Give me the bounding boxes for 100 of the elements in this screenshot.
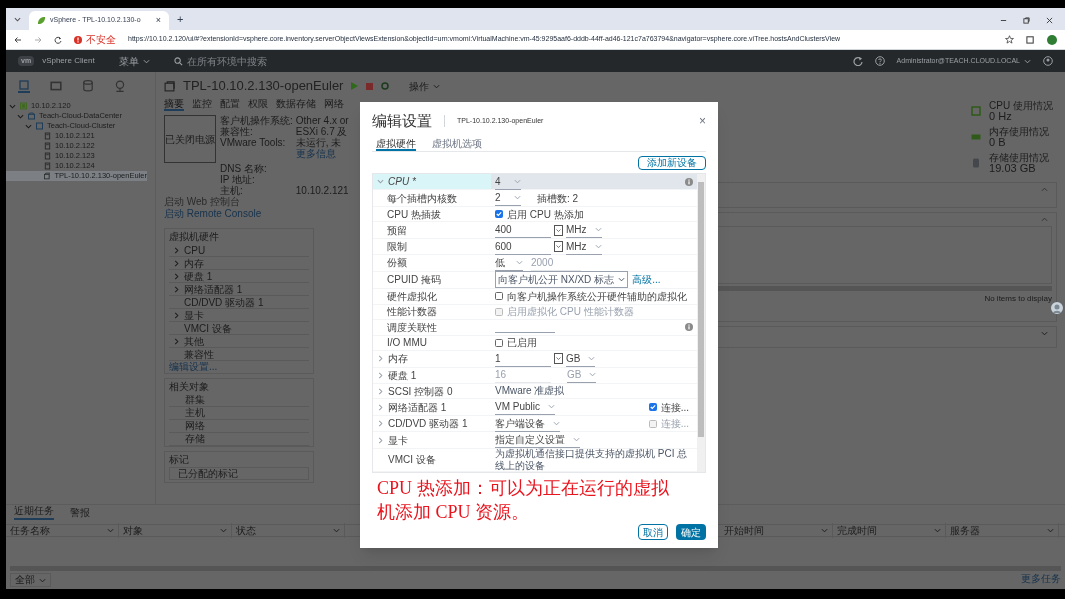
number-field[interactable]: 1 <box>495 350 551 367</box>
dropdown[interactable]: MHz <box>566 238 602 255</box>
chevron-right-icon[interactable] <box>377 387 384 395</box>
console-preview[interactable]: 已关闭电源 <box>164 115 216 163</box>
number-field[interactable]: 2000 <box>531 254 581 271</box>
checkbox-label[interactable]: 启用 CPU 热添加 <box>495 206 584 222</box>
number-field[interactable]: 400 <box>495 222 551 239</box>
chevron-down-icon[interactable] <box>14 16 21 23</box>
dropdown[interactable]: MHz <box>566 222 602 239</box>
dialog-tab[interactable]: 虚拟硬件 <box>376 136 416 151</box>
related-object-item[interactable]: 网络 <box>169 420 309 433</box>
info-icon[interactable] <box>685 323 693 332</box>
cancel-button[interactable]: 取消 <box>638 524 668 540</box>
hardware-item[interactable]: 显卡 <box>169 309 309 322</box>
dropdown[interactable]: 4 <box>495 174 521 190</box>
ok-button[interactable]: 确定 <box>676 524 706 540</box>
reload-icon[interactable] <box>54 35 62 44</box>
chevron-right-icon[interactable] <box>377 355 384 363</box>
new-tab-button[interactable]: + <box>177 10 184 27</box>
setting-label[interactable]: 网络适配器 1 <box>373 399 491 415</box>
extension-icon[interactable] <box>1026 35 1035 44</box>
advanced-link[interactable]: 高级... <box>632 272 661 288</box>
setting-label[interactable]: 显卡 <box>373 432 491 448</box>
checkbox[interactable] <box>495 338 503 347</box>
star-icon[interactable] <box>1005 35 1014 44</box>
hardware-item[interactable]: 硬盘 1 <box>169 270 309 283</box>
security-label[interactable]: 不安全 <box>86 34 116 45</box>
chevron-right-icon[interactable] <box>173 337 180 345</box>
checkbox-label[interactable]: 向客户机操作系统公开硬件辅助的虚拟化 <box>495 288 687 304</box>
hardware-item[interactable]: 内存 <box>169 257 309 270</box>
dropdown[interactable]: GB <box>566 350 596 367</box>
close-icon[interactable]: × <box>699 112 706 130</box>
setting-label[interactable]: SCSI 控制器 0 <box>373 384 491 399</box>
info-icon[interactable] <box>685 177 693 186</box>
minimize-icon[interactable] <box>1000 17 1007 24</box>
checkbox-label[interactable]: 已启用 <box>495 335 537 351</box>
vm-tab[interactable]: 数据存储 <box>276 96 316 111</box>
vm-tab[interactable]: 权限 <box>248 96 268 111</box>
scrollbar[interactable] <box>697 174 705 472</box>
chevron-right-icon[interactable] <box>173 246 180 254</box>
close-icon[interactable]: × <box>155 13 161 28</box>
column-header[interactable]: 开始时间 <box>720 523 833 538</box>
tasks-tab[interactable]: 近期任务 <box>14 503 54 520</box>
network-icon[interactable] <box>114 80 126 93</box>
column-header[interactable]: 任务名称 <box>6 523 119 538</box>
hardware-item[interactable]: 兼容性 <box>169 348 309 361</box>
chevron-down-icon[interactable] <box>17 112 24 120</box>
hardware-item[interactable]: CD/DVD 驱动器 1 <box>169 296 309 309</box>
chevron-right-icon[interactable] <box>173 285 180 293</box>
vm-tab[interactable]: 网络 <box>324 96 344 111</box>
chevron-right-icon[interactable] <box>377 436 384 444</box>
chevron-down-icon[interactable] <box>25 122 32 130</box>
profile-icon[interactable] <box>1047 34 1057 45</box>
storage-icon[interactable] <box>82 80 94 93</box>
spin-button[interactable] <box>554 353 563 365</box>
chevron-right-icon[interactable] <box>377 403 384 411</box>
connect-checkbox[interactable]: 连接... <box>648 399 689 415</box>
vm-icon[interactable] <box>50 80 62 93</box>
vm-tab[interactable]: 摘要 <box>164 96 184 111</box>
avatar-icon[interactable] <box>1051 302 1063 314</box>
help-icon[interactable] <box>874 56 885 66</box>
more-tasks-link[interactable]: 更多任务 <box>1021 573 1061 587</box>
column-header[interactable]: 对象 <box>119 523 232 538</box>
hardware-item[interactable]: 网络适配器 1 <box>169 283 309 296</box>
tasks-tab[interactable]: 警报 <box>70 505 90 520</box>
dropdown[interactable]: 向客户机公开 NX/XD 标志 <box>495 271 629 289</box>
chevron-right-icon[interactable] <box>173 272 180 280</box>
column-header[interactable]: 服务器 <box>946 523 1059 538</box>
hardware-item[interactable]: CPU <box>169 244 309 257</box>
setting-label[interactable]: CPU * <box>373 174 491 190</box>
dropdown[interactable]: 低 <box>495 254 523 271</box>
dropdown[interactable]: 2 <box>495 190 521 207</box>
more-info-link[interactable]: 更多信息 <box>295 148 349 159</box>
chevron-right-icon[interactable] <box>173 259 180 267</box>
add-device-button[interactable]: 添加新设备 <box>638 156 706 170</box>
refresh-icon[interactable] <box>852 56 863 66</box>
hardware-item[interactable]: 其他 <box>169 335 309 348</box>
user-circle-icon[interactable] <box>1043 56 1053 66</box>
dropdown[interactable]: 指定自定义设置 <box>495 432 580 449</box>
chevron-down-icon[interactable] <box>9 102 16 110</box>
product-name[interactable]: vSphere Client <box>42 55 95 67</box>
column-header[interactable]: 完成时间 <box>833 523 946 538</box>
dropdown[interactable]: VM Public <box>495 399 555 416</box>
spin-button[interactable] <box>554 241 563 253</box>
setting-label[interactable]: 内存 <box>373 351 491 367</box>
column-header[interactable]: 状态 <box>232 523 345 538</box>
edit-settings-link[interactable]: 编辑设置... <box>169 361 309 373</box>
stop-icon[interactable] <box>366 82 374 90</box>
search-field[interactable]: 在所有环境中搜索 <box>173 53 307 69</box>
chevron-up-icon[interactable] <box>1041 187 1048 192</box>
spin-button[interactable] <box>554 224 563 236</box>
restore-icon[interactable] <box>1023 17 1030 24</box>
chevron-up-icon[interactable] <box>1041 217 1048 222</box>
chevron-right-icon[interactable] <box>173 311 180 319</box>
related-object-item[interactable]: 群集 <box>169 394 309 407</box>
related-object-item[interactable]: 主机 <box>169 407 309 420</box>
dialog-tab[interactable]: 虚拟机选项 <box>432 136 482 151</box>
hardware-item[interactable]: VMCI 设备 <box>169 322 309 335</box>
gear-icon[interactable] <box>381 82 390 90</box>
filter-dropdown[interactable]: 全部 <box>10 573 51 587</box>
